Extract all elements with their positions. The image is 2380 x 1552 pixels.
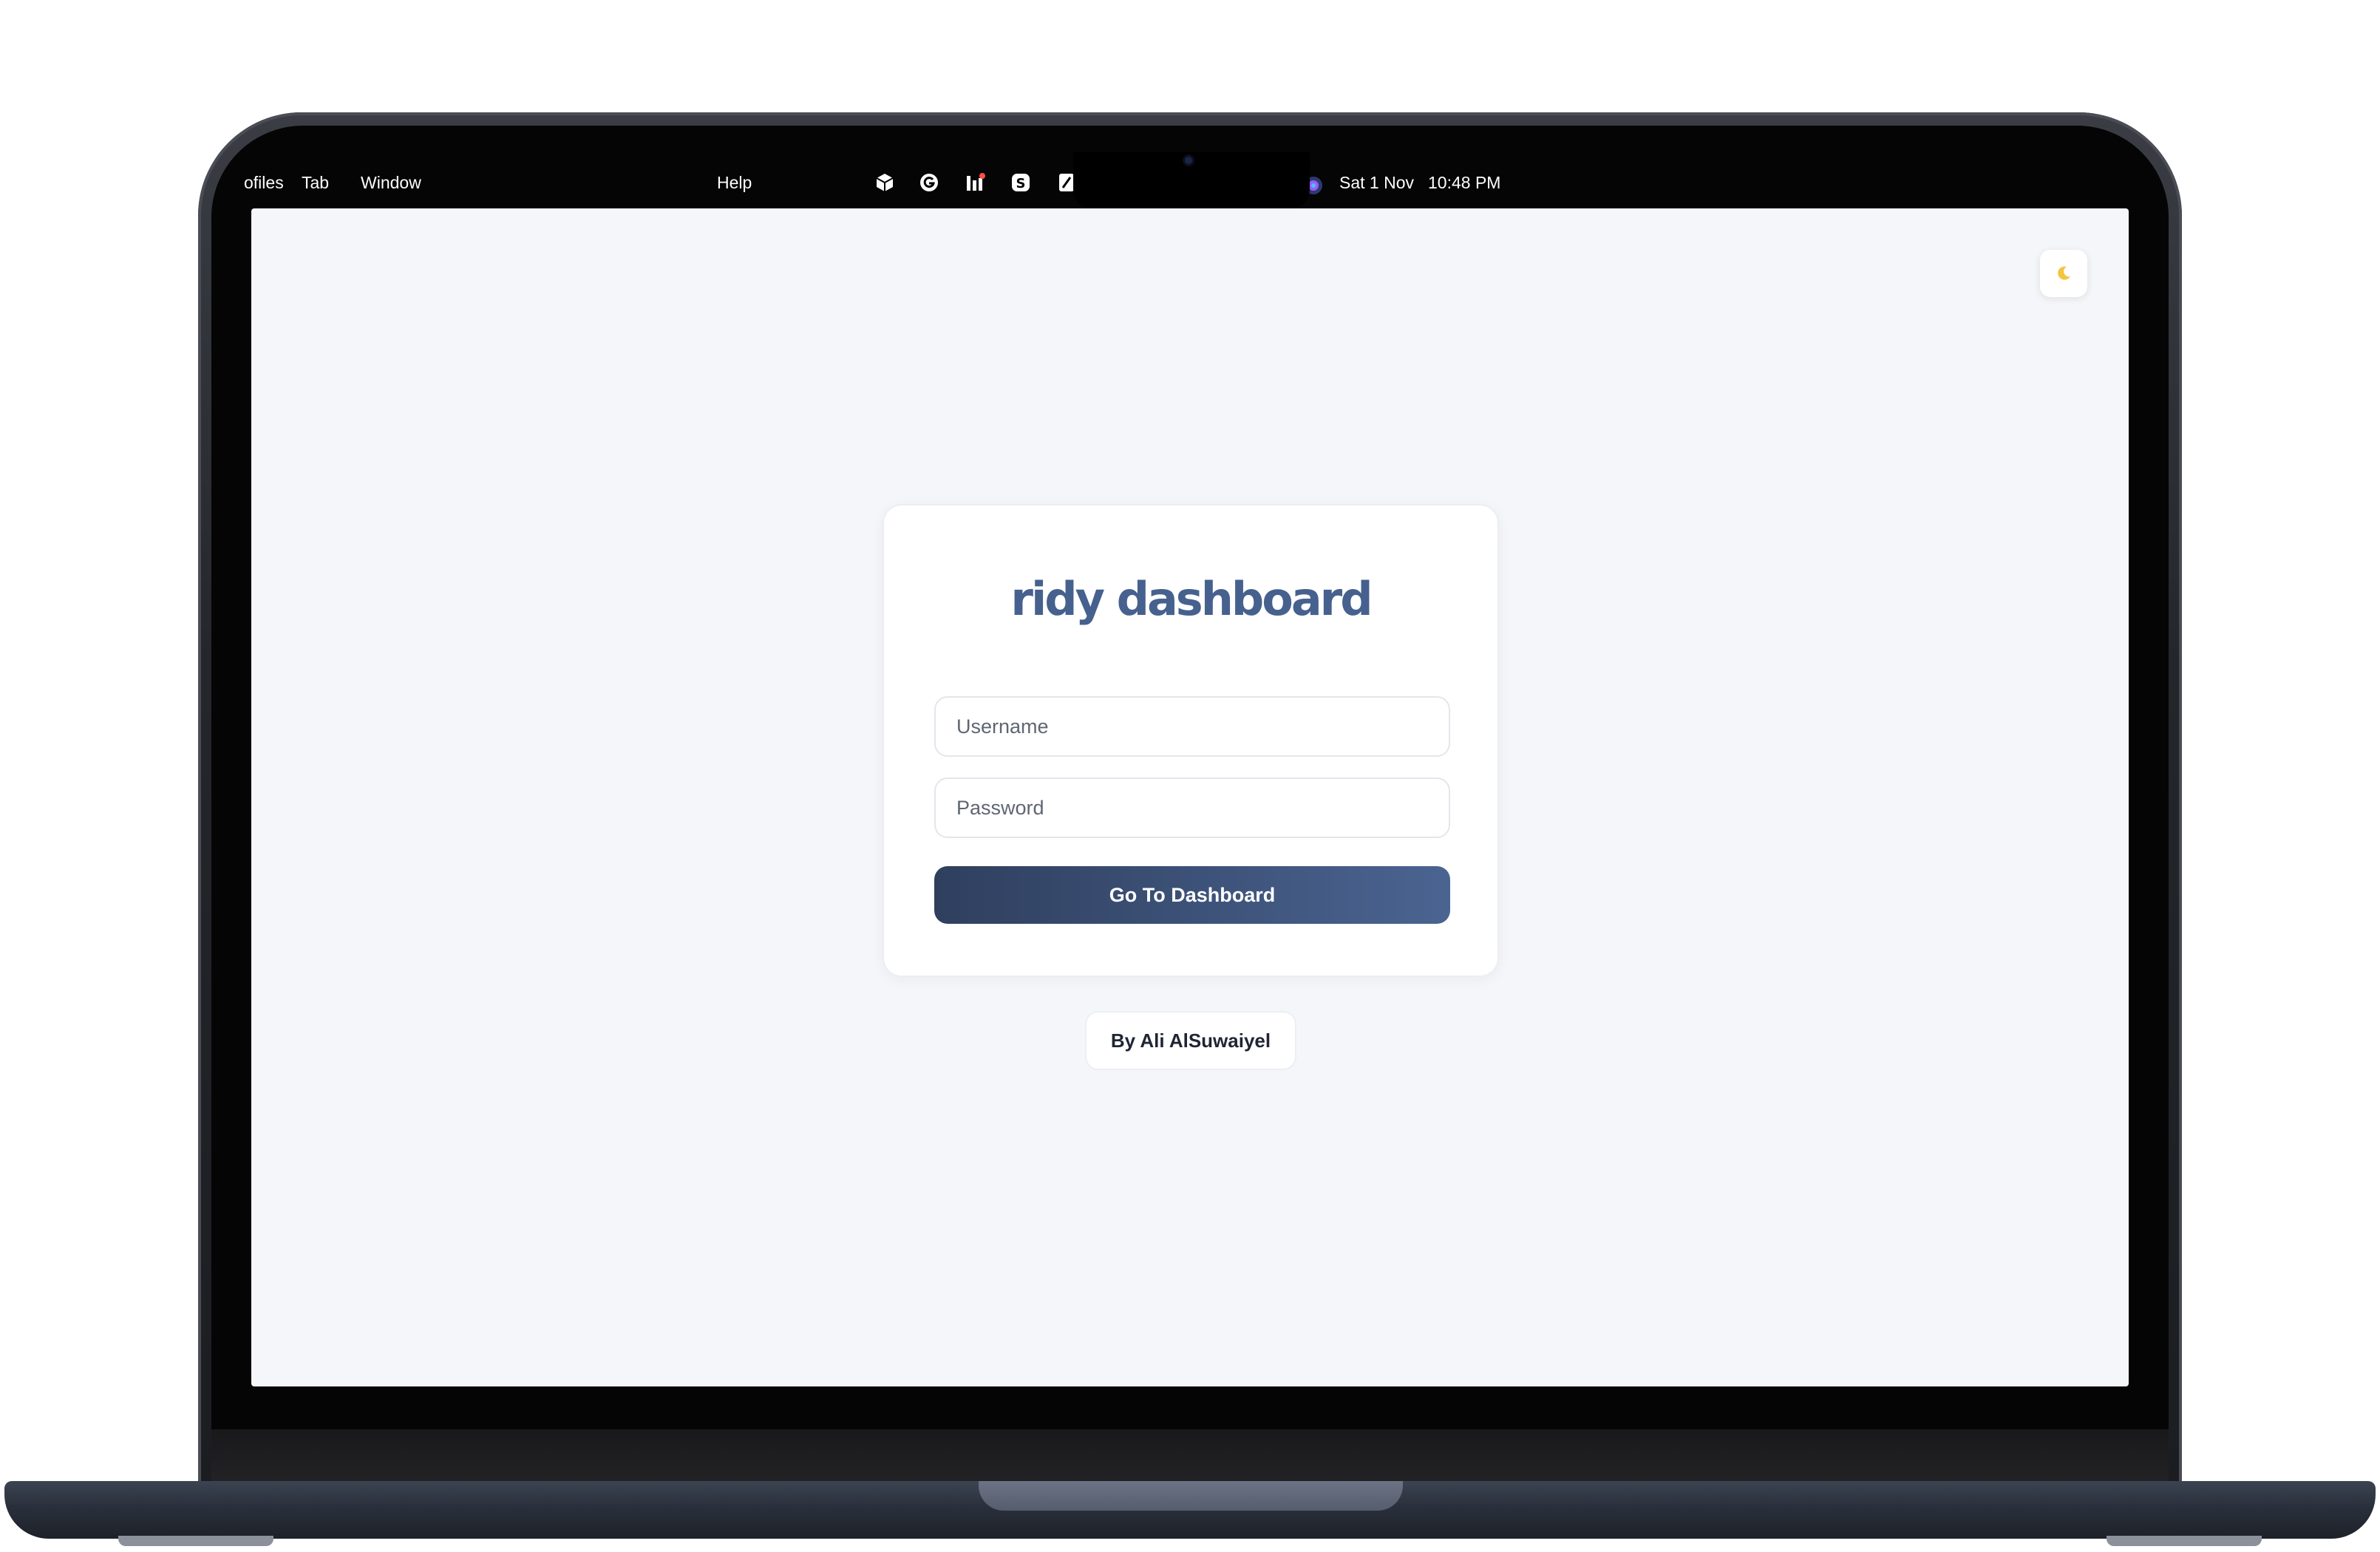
menu-time[interactable]: 10:48 PM [1428,173,1500,193]
moon-icon [2058,266,2070,280]
svg-text:S: S [1016,176,1026,191]
theme-toggle-button[interactable] [2040,250,2087,297]
password-input[interactable] [934,777,1450,838]
menu-item-profiles[interactable]: ofiles [244,173,284,193]
laptop-hinge-notch [979,1481,1403,1511]
screen-bottom-bezel [211,1386,2169,1429]
go-to-dashboard-button[interactable]: Go To Dashboard [934,866,1450,924]
login-card: ridy dashboard Go To Dashboard [883,504,1499,977]
box-icon[interactable] [874,171,896,194]
menu-item-tab[interactable]: Tab [302,173,329,193]
username-input[interactable] [934,696,1450,757]
skype-icon[interactable]: S [1010,171,1032,194]
menu-item-window[interactable]: Window [361,173,421,193]
brand-logo: ridy dashboard [1010,572,1373,626]
camera-icon [1185,157,1192,164]
menu-item-help[interactable]: Help [717,173,752,193]
app-screen: ridy dashboard Go To Dashboard By Ali Al… [251,208,2129,1386]
author-credit-button[interactable]: By Ali AlSuwaiyel [1085,1011,1296,1070]
laptop-foot-right [2107,1536,2262,1546]
chart-icon[interactable] [964,171,986,194]
laptop-foot-left [118,1536,273,1546]
device-mockup: ofiles Tab Window Help S Sat 1 Nov 10:48… [0,0,2380,1552]
grammarly-icon[interactable] [918,171,940,194]
menu-date[interactable]: Sat 1 Nov [1339,173,1414,193]
lower-bezel [211,1429,2169,1483]
